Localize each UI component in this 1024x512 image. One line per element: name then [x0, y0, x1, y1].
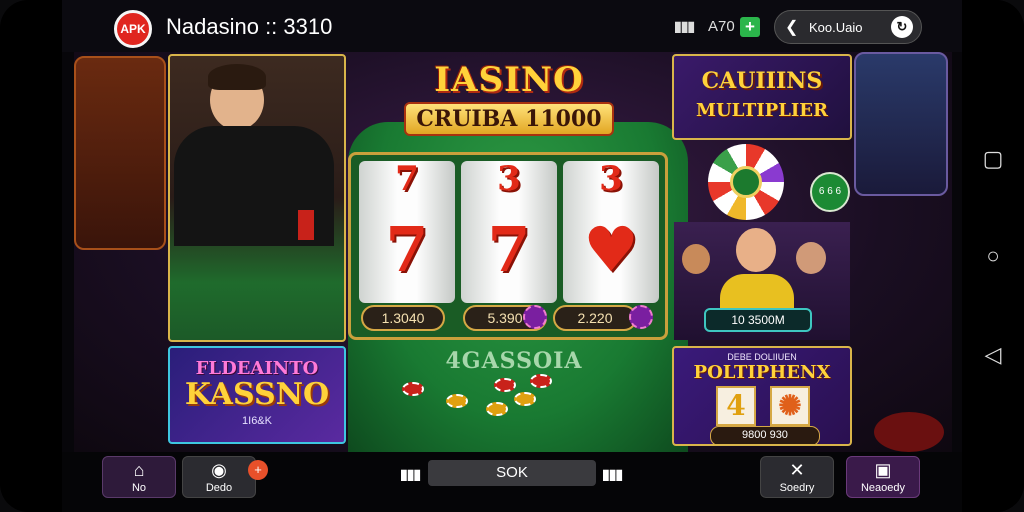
apk-badge[interactable]: APK: [114, 10, 152, 48]
bottom-bar: ⌂ No ◉ Dedo + ▮▮▮ SOK ▮▮▮ ✕ Soedry ▣ Nea…: [62, 452, 962, 512]
notification-badge[interactable]: +: [248, 460, 268, 480]
society-button[interactable]: ✕ Soedry: [760, 456, 834, 498]
reel-2: 3 7: [461, 161, 557, 303]
home-label: No: [131, 482, 147, 494]
bonus-reel: 4: [716, 386, 756, 426]
bonus-caption: DEBE DOLIIUEN: [727, 352, 797, 362]
background-slot-machine: [854, 52, 948, 196]
chip-icon: [446, 394, 468, 408]
chevron-left-icon: ❮: [785, 19, 799, 36]
table-text: 4GASSOIA: [445, 348, 583, 374]
bonus-title: POLTIPHENX: [693, 362, 831, 383]
promo-card[interactable]: FLDEAINTO KASSNO 1I6&K: [168, 346, 346, 444]
back-icon[interactable]: ◁: [982, 344, 1004, 366]
reel-symbol: 3: [599, 161, 623, 199]
reel-amount: 1.3040: [361, 305, 445, 331]
game-lobby: IASINO CRUIBA 11000 7 7 3 7 3 ♥ 1.3040 5…: [74, 52, 952, 452]
reel-amount: 2.220: [553, 305, 637, 331]
add-funds-button[interactable]: +: [740, 17, 760, 37]
account-icon: ▣: [874, 460, 892, 480]
home-icon: ⌂: [133, 460, 145, 480]
account-label: Koo.Uaio: [809, 20, 863, 35]
bars-left-icon: ▮▮▮: [400, 466, 421, 482]
promo-caption: 1I6&K: [242, 415, 272, 427]
cup-icon: [298, 210, 314, 240]
app-title: Nadasino :: 3310: [166, 14, 333, 39]
background-slot-machine: [74, 56, 166, 250]
account-pill[interactable]: ❮ Koo.Uaio ↻: [774, 10, 922, 44]
reel-symbol: 7: [487, 213, 531, 286]
chip-icon: [494, 378, 516, 392]
media-label: Dedo: [205, 482, 233, 494]
chip-icon: [486, 402, 508, 416]
account-label: Neaoedy: [860, 482, 906, 494]
media-button[interactable]: ◉ Dedo: [182, 456, 256, 498]
chip-icon: [514, 392, 536, 406]
home-circle-icon[interactable]: ○: [982, 245, 1004, 267]
chip-icon: [523, 305, 547, 329]
home-button[interactable]: ⌂ No: [102, 456, 176, 498]
signal-value: A70: [708, 18, 735, 35]
top-bar: APK Nadasino :: 3310 ▮▮▮ A70 + ❮ Koo.Uai…: [62, 0, 962, 52]
app-screen: APK Nadasino :: 3310 ▮▮▮ A70 + ❮ Koo.Uai…: [62, 0, 962, 512]
live-dealer-card[interactable]: [168, 54, 346, 342]
game-logo: IASINO CRUIBA 11000: [404, 60, 614, 152]
slot-machine[interactable]: 7 7 3 7 3 ♥ 1.3040 5.390 2.220: [348, 152, 668, 340]
background-stool: [874, 412, 944, 452]
reel-symbol: 7: [395, 161, 419, 199]
roulette-wheel[interactable]: [708, 144, 784, 220]
bonus-card[interactable]: DEBE DOLIIUEN POLTIPHENX 4 ✺ 9800 930: [672, 346, 852, 446]
refresh-icon[interactable]: ↻: [891, 16, 913, 38]
multiplier-card[interactable]: CAUIIINS MULTIPLIER: [672, 54, 852, 140]
society-label: Soedry: [779, 482, 815, 494]
reel-symbol: 3: [497, 161, 521, 199]
chip-icon: [629, 305, 653, 329]
logo-title: IASINO: [434, 60, 584, 100]
player-avatar: [682, 244, 710, 274]
tools-icon: ✕: [789, 460, 805, 480]
center-action-button[interactable]: SOK: [428, 460, 596, 486]
signal-icon: ▮▮▮: [674, 18, 695, 34]
chip-icon: [402, 382, 424, 396]
multiplier-subtitle: MULTIPLIER: [696, 100, 828, 121]
multiplier-title: CAUIIINS: [701, 68, 823, 94]
bonus-amount: 9800 930: [710, 426, 820, 444]
recents-icon[interactable]: ▢: [982, 148, 1004, 170]
media-icon: ◉: [211, 460, 227, 480]
device-frame: APK Nadasino :: 3310 ▮▮▮ A70 + ❮ Koo.Uai…: [0, 0, 1024, 512]
bonus-reel-symbol: ✺: [770, 386, 810, 426]
reel-3: 3 ♥: [563, 161, 659, 303]
reel-1: 7 7: [359, 161, 455, 303]
account-button[interactable]: ▣ Neaoedy: [846, 456, 920, 498]
round-badge[interactable]: 6 6 6: [810, 172, 850, 212]
dealer-hair: [208, 64, 266, 90]
promo-title: FLDEAINTO: [195, 358, 319, 379]
win-amount: 10 3500M: [704, 308, 812, 332]
system-nav-bar: ▢ ○ ◁: [962, 0, 1024, 512]
bars-right-icon: ▮▮▮: [602, 466, 623, 482]
promo-brand: KASSNO: [184, 377, 330, 412]
player-avatar: [796, 242, 826, 274]
reel-symbol: ♥: [583, 213, 639, 286]
logo-subtitle: CRUIBA 11000: [404, 102, 614, 136]
reel-symbol: 7: [385, 213, 429, 286]
chip-icon: [530, 374, 552, 388]
player-avatar: [736, 228, 776, 272]
